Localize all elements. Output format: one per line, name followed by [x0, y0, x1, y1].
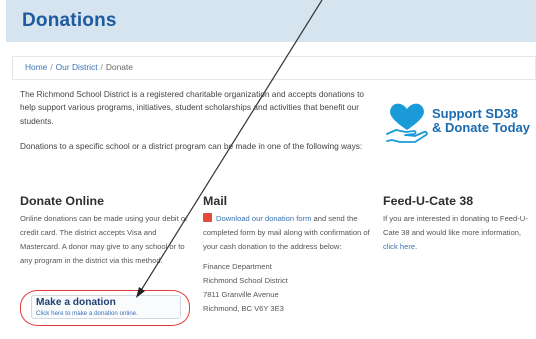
logo-line-1: Support SD38 [432, 106, 518, 121]
pdf-icon [203, 213, 212, 222]
breadcrumb: Home / Our District / Donate [12, 56, 536, 80]
intro-paragraph: The Richmond School District is a regist… [20, 89, 365, 126]
donate-online-heading: Donate Online [20, 194, 104, 208]
make-a-donation-label: Make a donation [36, 297, 116, 308]
make-a-donation-sublabel: Click here to make a donation online. [36, 310, 138, 317]
heart-in-hand-icon [386, 103, 428, 143]
mail-text: Download our donation form and send the … [203, 212, 371, 316]
feed-u-cate-link[interactable]: click here. [383, 242, 417, 251]
address-line: Finance Department [203, 262, 272, 271]
breadcrumb-our-district-link[interactable]: Our District [56, 62, 98, 72]
address-line: Richmond School District [203, 276, 288, 285]
feed-u-cate-body: If you are interested in donating to Fee… [383, 214, 528, 237]
address-line: 7811 Granville Avenue [203, 290, 279, 299]
logo-text: Support SD38 & Donate Today [432, 107, 530, 135]
mail-heading: Mail [203, 194, 228, 208]
breadcrumb-separator: / [50, 62, 53, 72]
feed-u-cate-text: If you are interested in donating to Fee… [383, 212, 535, 254]
logo-line-2: & Donate Today [432, 120, 530, 135]
make-a-donation-button[interactable]: Make a donation Click here to make a don… [31, 295, 181, 319]
address-line: Richmond, BC V6Y 3E3 [203, 304, 284, 313]
intro-ways-paragraph: Donations to a specific school or a dist… [20, 141, 363, 151]
breadcrumb-home-link[interactable]: Home [25, 62, 47, 72]
download-donation-form-link[interactable]: Download our donation form [216, 214, 311, 223]
mailing-address: Finance Department Richmond School Distr… [203, 260, 371, 316]
breadcrumb-separator: / [100, 62, 103, 72]
breadcrumb-current: Donate [105, 62, 133, 72]
page-title: Donations [22, 10, 117, 31]
donate-online-text: Online donations can be made using your … [20, 214, 188, 265]
feed-u-cate-heading: Feed-U-Cate 38 [383, 194, 474, 208]
donate-button-highlight: Make a donation Click here to make a don… [20, 290, 190, 326]
